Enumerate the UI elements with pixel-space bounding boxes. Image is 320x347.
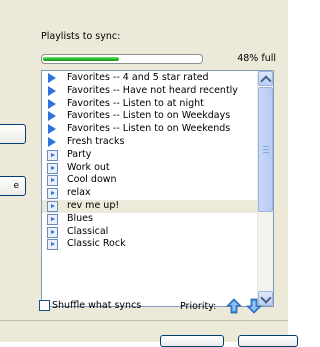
playlist-item[interactable]: Favorites -- Have not heard recently — [42, 85, 259, 98]
playlist-item[interactable]: Blues — [42, 213, 259, 226]
shuffle-checkbox[interactable] — [39, 300, 50, 311]
playlist-item-label: Favorites -- Listen to on Weekdays — [67, 110, 231, 122]
priority-up-icon[interactable] — [226, 298, 242, 314]
partial-button-2[interactable]: e — [0, 176, 26, 196]
playlist-icon — [47, 188, 58, 200]
vertical-scrollbar[interactable] — [257, 71, 273, 306]
capacity-progress-fill — [43, 57, 119, 61]
playlist-item-label: Favorites -- Listen to on Weekends — [67, 123, 231, 135]
playlist-list: Favorites -- 4 and 5 star rated Favorites… — [42, 72, 259, 251]
playlist-icon — [47, 149, 58, 161]
playlists-label: Playlists to sync: — [41, 31, 121, 42]
playlist-listbox[interactable]: Favorites -- 4 and 5 star rated Favorites… — [41, 70, 274, 307]
playlist-icon — [47, 226, 58, 238]
playlist-icon — [47, 175, 58, 187]
playlist-item[interactable]: Favorites -- Listen to on Weekends — [42, 123, 259, 136]
playlist-item-label: Party — [67, 148, 92, 160]
scroll-thumb[interactable] — [258, 87, 273, 212]
playlist-item[interactable]: Fresh tracks — [42, 136, 259, 149]
auto-playlist-icon — [48, 111, 56, 122]
auto-playlist-icon — [48, 124, 56, 135]
chevron-up-icon — [260, 75, 272, 87]
playlist-item[interactable]: rev me up! — [42, 199, 259, 213]
playlist-item-label: Classic Rock — [67, 238, 126, 250]
auto-playlist-icon — [48, 98, 56, 109]
auto-playlist-icon — [48, 73, 56, 83]
playlist-item-label: Fresh tracks — [67, 135, 125, 147]
playlist-item-label: rev me up! — [67, 199, 120, 211]
footer-button-2[interactable] — [238, 335, 298, 347]
playlist-icon — [47, 162, 58, 174]
shuffle-label: Shuffle what syncs — [52, 300, 142, 311]
playlist-icon — [47, 200, 58, 212]
capacity-percent: 48% full — [237, 53, 276, 64]
capacity-progress-bar — [41, 54, 203, 64]
auto-playlist-icon — [48, 136, 56, 147]
auto-playlist-icon — [48, 85, 56, 96]
priority-label: Priority: — [180, 301, 217, 312]
playlist-item-label: Blues — [67, 212, 93, 224]
playlist-item[interactable]: Favorites -- Listen to at night — [42, 98, 259, 111]
shuffle-option[interactable]: Shuffle what syncs — [39, 300, 141, 311]
playlist-item[interactable]: Favorites -- 4 and 5 star rated — [42, 72, 259, 85]
playlists-panel: Playlists to sync: 48% full Favorites --… — [30, 22, 280, 320]
scroll-up-button[interactable] — [258, 71, 273, 87]
playlist-icon — [47, 213, 58, 225]
playlist-item[interactable]: Work out — [42, 162, 259, 175]
playlist-icon — [47, 239, 58, 251]
playlist-item-label: relax — [67, 187, 91, 199]
playlist-item-label: Favorites -- 4 and 5 star rated — [67, 72, 209, 83]
playlist-item-label: Work out — [67, 161, 110, 173]
playlist-item[interactable]: Party — [42, 149, 259, 162]
playlist-item[interactable]: Classical — [42, 226, 259, 239]
playlist-item-label: Cool down — [67, 174, 117, 186]
dialog-footer — [0, 320, 298, 347]
playlist-item[interactable]: Classic Rock — [42, 238, 259, 251]
partial-button-1[interactable] — [0, 124, 26, 144]
playlist-item-label: Favorites -- Listen to at night — [67, 97, 204, 109]
playlist-item-label: Favorites -- Have not heard recently — [67, 84, 238, 96]
playlist-item[interactable]: Cool down — [42, 174, 259, 187]
playlist-item-label: Classical — [67, 225, 109, 237]
footer-button-1[interactable] — [160, 335, 224, 347]
sync-dialog: e Playlists to sync: 48% full Favorites … — [0, 0, 298, 347]
grip-line — [263, 152, 269, 153]
playlist-item[interactable]: Favorites -- Listen to on Weekdays — [42, 110, 259, 123]
chevron-down-icon — [260, 292, 272, 304]
playlist-item[interactable]: relax — [42, 187, 259, 200]
priority-down-icon[interactable] — [246, 298, 262, 314]
left-panel-edge: e — [0, 0, 28, 320]
grip-line — [263, 146, 269, 147]
grip-line — [263, 149, 269, 150]
partial-button-2-label: e — [13, 181, 19, 191]
